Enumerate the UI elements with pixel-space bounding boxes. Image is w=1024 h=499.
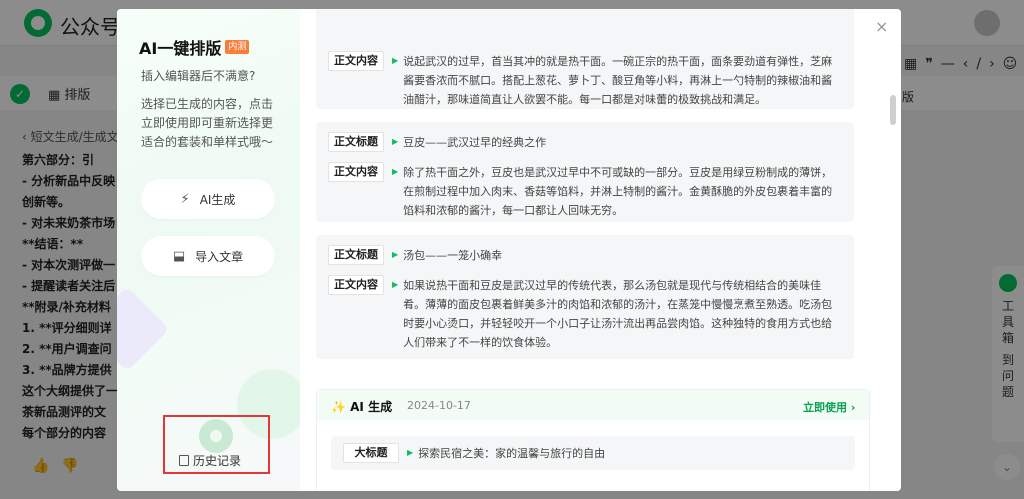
- modal-title-row: AI一键排版 内测: [139, 35, 250, 59]
- content-card[interactable]: 正文内容 ▶ 说起武汉的过早，首当其冲的就是热干面。一碗正宗的热干面，面条要劲道…: [316, 9, 854, 109]
- body-row: 正文内容 ▶ 如果说热干面和豆皮是武汉过早的传统代表，那么汤包就是现代与传统相结…: [328, 275, 838, 352]
- body-text: 除了热干面之外，豆皮也是武汉过早中不可或缺的一部分。豆皮是用绿豆粉制成的薄饼，在…: [403, 166, 833, 217]
- body-text: 说起武汉的过早，首当其冲的就是热干面。一碗正宗的热干面，面条要劲道有弹性，芝麻酱…: [403, 55, 833, 106]
- scrollbar[interactable]: [890, 95, 896, 125]
- ai-generate-label: AI生成: [199, 192, 236, 207]
- description: 选择已生成的内容，点击立即使用即可重新选择更适合的套装和单样式哦～: [141, 97, 274, 149]
- modal-sidebar: AI一键排版 内测 插入编辑器后不满意? 选择已生成的内容，点击立即使用即可重新…: [117, 9, 307, 491]
- history-icon: [179, 455, 189, 466]
- heading-row: 大标题 ▶ 探索民宿之美：家的温馨与旅行的自由: [343, 443, 843, 463]
- import-article-button[interactable]: ⬓ 导入文章: [141, 236, 275, 276]
- heading-text: 探索民宿之美：家的温馨与旅行的自由: [418, 447, 606, 460]
- ai-panel-header: ✨ AI 生成 2024-10-17 立即使用 ›: [317, 390, 869, 420]
- content-card[interactable]: 正文标题 ▶ 汤包——一笼小确幸 正文内容 ▶ 如果说热干面和豆皮是武汉过早的传…: [316, 235, 854, 359]
- body-row: 正文内容 ▶ 说起武汉的过早，首当其冲的就是热干面。一碗正宗的热干面，面条要劲道…: [328, 51, 838, 109]
- use-now-button[interactable]: 立即使用 ›: [803, 399, 855, 415]
- content-list: 正文内容 ▶ 说起武汉的过早，首当其冲的就是热干面。一碗正宗的热干面，面条要劲道…: [300, 9, 901, 491]
- sparkle-icon: ✨: [331, 400, 346, 414]
- modal-title: AI一键排版: [139, 39, 222, 58]
- ai-panel-label: ✨ AI 生成: [331, 398, 392, 415]
- triangle-right-icon: ▶: [392, 250, 399, 259]
- triangle-right-icon: ▶: [407, 448, 414, 457]
- ai-label-text: AI 生成: [350, 400, 393, 414]
- title-text: 汤包——一笼小确幸: [403, 249, 503, 262]
- title-row: 正文标题 ▶ 豆皮——武汉过早的经典之作: [328, 132, 838, 152]
- import-icon: ⬓: [172, 248, 186, 264]
- history-button[interactable]: 历史记录: [179, 452, 241, 469]
- ai-layout-modal: AI一键排版 内测 插入编辑器后不满意? 选择已生成的内容，点击立即使用即可重新…: [117, 9, 901, 491]
- triangle-right-icon: ▶: [392, 56, 399, 65]
- body-text: 如果说热干面和豆皮是武汉过早的传统代表，那么汤包就是现代与传统相结合的美味佳肴。…: [403, 279, 833, 349]
- close-icon[interactable]: ×: [875, 17, 888, 36]
- decoration-shape: [117, 286, 170, 372]
- beta-badge: 内测: [225, 40, 250, 54]
- history-label: 历史记录: [193, 454, 242, 468]
- heading-label: 大标题: [343, 443, 399, 463]
- subquestion: 插入编辑器后不满意?: [141, 69, 256, 83]
- triangle-right-icon: ▶: [392, 280, 399, 289]
- body-label: 正文内容: [328, 51, 384, 71]
- ai-generated-panel: ✨ AI 生成 2024-10-17 立即使用 › 大标题 ▶ 探索民宿之美：家…: [316, 389, 870, 491]
- title-label: 正文标题: [328, 245, 384, 265]
- content-card[interactable]: 正文标题 ▶ 豆皮——武汉过早的经典之作 正文内容 ▶ 除了热干面之外，豆皮也是…: [316, 122, 854, 222]
- ai-panel-date: 2024-10-17: [407, 399, 471, 412]
- ai-generate-button[interactable]: ⚡ AI生成: [141, 179, 275, 219]
- body-label: 正文内容: [328, 162, 384, 182]
- import-article-label: 导入文章: [195, 249, 244, 264]
- triangle-right-icon: ▶: [392, 137, 399, 146]
- title-row: 正文标题 ▶ 汤包——一笼小确幸: [328, 245, 838, 265]
- title-text: 豆皮——武汉过早的经典之作: [403, 136, 547, 149]
- triangle-right-icon: ▶: [392, 167, 399, 176]
- title-label: 正文标题: [328, 132, 384, 152]
- body-label: 正文内容: [328, 275, 384, 295]
- magic-wand-icon: ⚡: [180, 191, 190, 207]
- content-card[interactable]: 大标题 ▶ 探索民宿之美：家的温馨与旅行的自由: [331, 436, 855, 470]
- body-row: 正文内容 ▶ 除了热干面之外，豆皮也是武汉过早中不可或缺的一部分。豆皮是用绿豆粉…: [328, 162, 838, 220]
